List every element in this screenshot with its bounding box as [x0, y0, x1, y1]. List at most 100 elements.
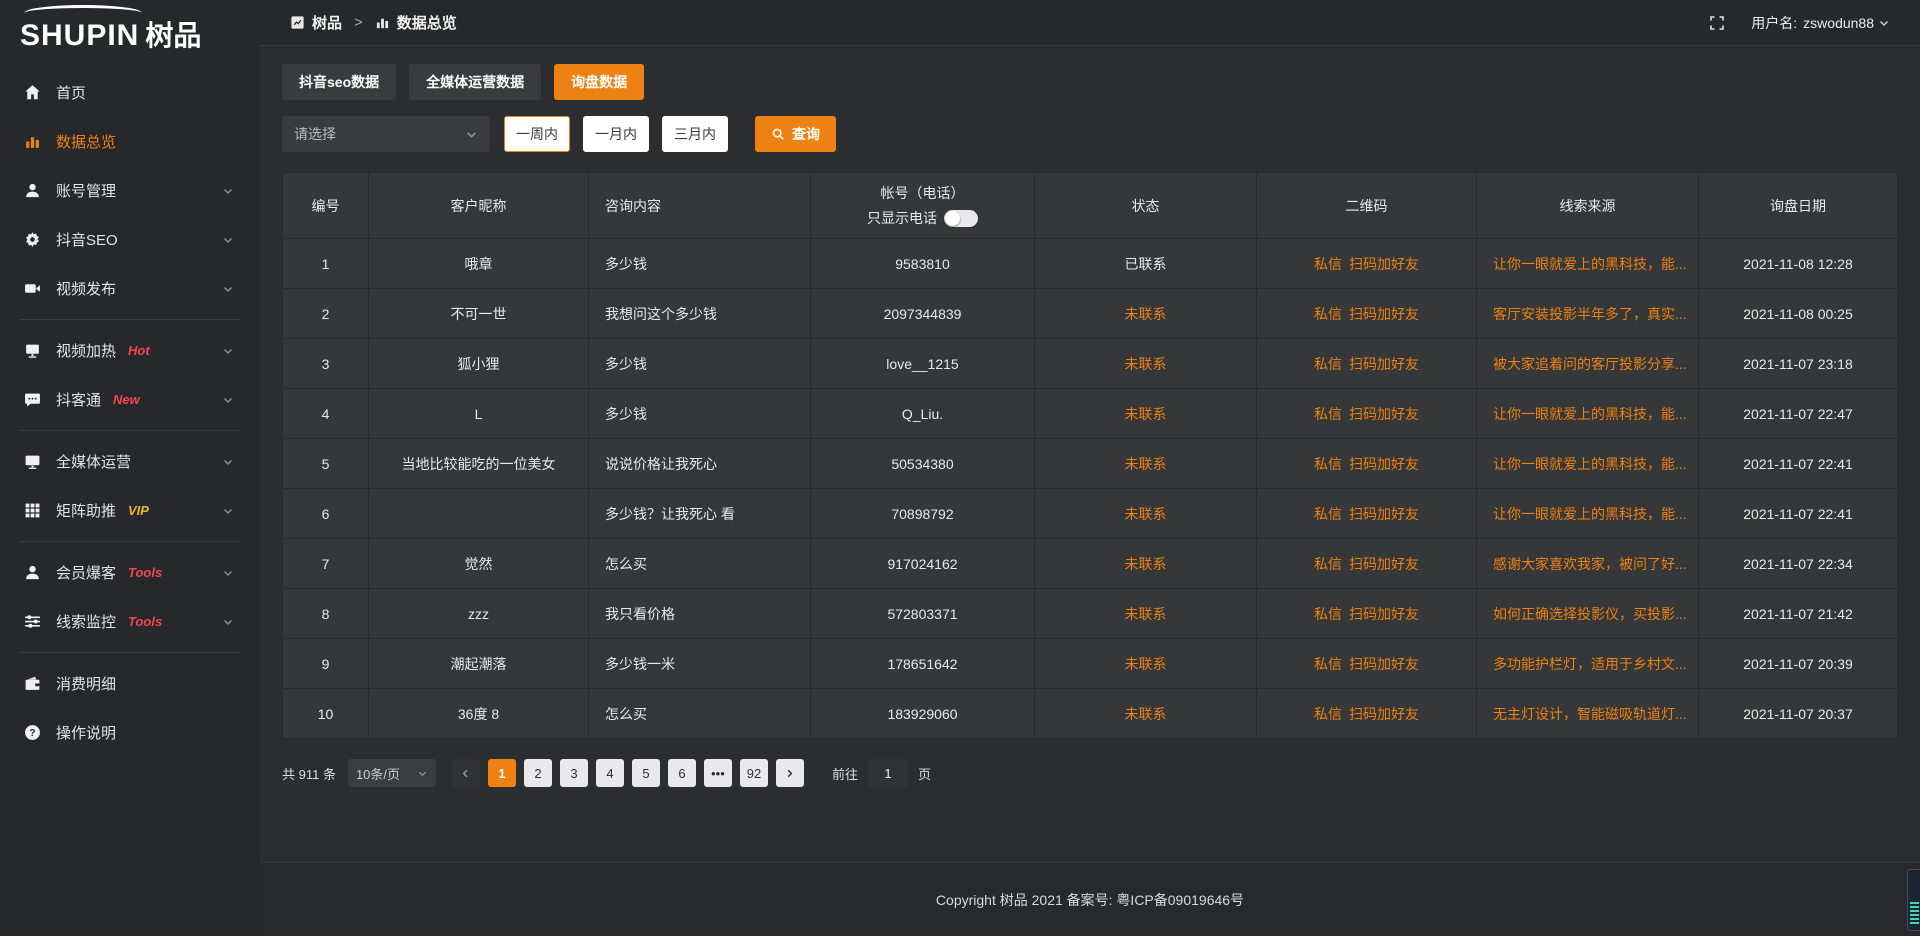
page-size-select[interactable]: 10条/页 [348, 759, 436, 787]
user-icon [24, 182, 41, 199]
page-button-4[interactable]: 4 [596, 759, 624, 787]
page-button-6[interactable]: 6 [668, 759, 696, 787]
table-row: 1036度 8怎么买183929060未联系私信扫码加好友无主灯设计，智能磁吸轨… [283, 689, 1898, 739]
page-buttons: 123456 ••• 92 [488, 759, 776, 787]
source-link[interactable]: 让你一眼就爱上的黑科技，能... [1493, 456, 1687, 472]
scan-add-friend-link[interactable]: 扫码加好友 [1349, 406, 1419, 422]
private-message-link[interactable]: 私信 [1314, 656, 1342, 672]
logo[interactable]: SHUPIN树品 [0, 0, 260, 60]
source-link[interactable]: 如何正确选择投影仪，买投影... [1493, 606, 1687, 622]
scan-add-friend-link[interactable]: 扫码加好友 [1349, 706, 1419, 722]
sidebar-item-account-management[interactable]: 账号管理 [0, 166, 260, 215]
sidebar-item-data-overview[interactable]: 数据总览 [0, 117, 260, 166]
floating-widget[interactable] [1907, 869, 1920, 931]
sidebar-item-lead-monitor[interactable]: 线索监控Tools [0, 597, 260, 646]
private-message-link[interactable]: 私信 [1314, 556, 1342, 572]
private-message-link[interactable]: 私信 [1314, 406, 1342, 422]
cell-account: 178651642 [811, 639, 1035, 689]
sidebar-item-omni-media[interactable]: 全媒体运营 [0, 437, 260, 486]
page-button-1[interactable]: 1 [488, 759, 516, 787]
cell-id: 6 [283, 489, 369, 539]
query-button[interactable]: 查询 [755, 116, 836, 152]
prev-page-button[interactable] [452, 759, 480, 787]
sidebar-item-label: 抖音SEO [56, 229, 118, 250]
cell-date: 2021-11-07 22:41 [1699, 489, 1898, 539]
cell-id: 5 [283, 439, 369, 489]
scan-add-friend-link[interactable]: 扫码加好友 [1349, 606, 1419, 622]
source-link[interactable]: 感谢大家喜欢我家，被问了好... [1493, 556, 1687, 572]
chevron-down-icon [222, 567, 234, 579]
sidebar-item-doukotong[interactable]: 抖客通New [0, 375, 260, 424]
cell-source: 客厅安装投影半年多了，真实... [1477, 289, 1699, 339]
page-button-3[interactable]: 3 [560, 759, 588, 787]
sidebar-item-consumption-detail[interactable]: 消费明细 [0, 659, 260, 708]
table-row: 4L多少钱Q_Liu.未联系私信扫码加好友让你一眼就爱上的黑科技，能...202… [283, 389, 1898, 439]
cell-source: 被大家追着问的客厅投影分享... [1477, 339, 1699, 389]
cell-source: 让你一眼就爱上的黑科技，能... [1477, 489, 1699, 539]
page-button-2[interactable]: 2 [524, 759, 552, 787]
sidebar-item-home[interactable]: 首页 [0, 68, 260, 117]
private-message-link[interactable]: 私信 [1314, 356, 1342, 372]
scan-add-friend-link[interactable]: 扫码加好友 [1349, 656, 1419, 672]
private-message-link[interactable]: 私信 [1314, 256, 1342, 272]
sidebar-item-label: 视频加热 [56, 340, 116, 361]
page-button-92[interactable]: 92 [740, 759, 768, 787]
tab-douyin-seo-data[interactable]: 抖音seo数据 [282, 64, 396, 100]
cell-status: 未联系 [1035, 639, 1257, 689]
cell-source: 让你一眼就爱上的黑科技，能... [1477, 439, 1699, 489]
scan-add-friend-link[interactable]: 扫码加好友 [1349, 356, 1419, 372]
source-link[interactable]: 让你一眼就爱上的黑科技，能... [1493, 256, 1687, 272]
sidebar-menu: 首页数据总览账号管理抖音SEO 视频发布视频加热Hot抖客通New 全媒体运营矩阵助… [0, 60, 260, 757]
breadcrumb: 树品 > 数据总览 [290, 12, 457, 33]
cell-date: 2021-11-07 22:47 [1699, 389, 1898, 439]
source-link[interactable]: 客厅安装投影半年多了，真实... [1493, 306, 1687, 322]
private-message-link[interactable]: 私信 [1314, 606, 1342, 622]
sidebar-item-douyin-seo[interactable]: 抖音SEO [0, 215, 260, 264]
source-link[interactable]: 多功能护栏灯，适用于乡村文... [1493, 656, 1687, 672]
range-button-one-month[interactable]: 一月内 [583, 116, 649, 152]
sidebar-item-operation-guide[interactable]: ?操作说明 [0, 708, 260, 757]
scan-add-friend-link[interactable]: 扫码加好友 [1349, 456, 1419, 472]
inquiry-table: 编号 客户昵称 咨询内容 帐号（电话） 只显示电话 状态 二维码 线索来源 询盘… [282, 172, 1898, 739]
filter-select[interactable]: 请选择 [282, 116, 490, 152]
range-button-one-week[interactable]: 一周内 [504, 116, 570, 152]
user-menu[interactable]: 用户名: zswodun88 [1751, 13, 1890, 33]
fullscreen-icon[interactable] [1709, 15, 1725, 31]
sidebar-item-label: 账号管理 [56, 180, 116, 201]
sidebar-item-video-publish[interactable]: 视频发布 [0, 264, 260, 313]
sidebar-item-video-heating[interactable]: 视频加热Hot [0, 326, 260, 375]
filter-bar: 请选择 一周内一月内三月内 查询 [282, 116, 1898, 152]
sliders-icon [24, 613, 41, 630]
tab-bar: 抖音seo数据全媒体运营数据询盘数据 [282, 64, 1898, 100]
private-message-link[interactable]: 私信 [1314, 706, 1342, 722]
cell-account: 183929060 [811, 689, 1035, 739]
cell-content: 我只看价格 [589, 589, 811, 639]
private-message-link[interactable]: 私信 [1314, 306, 1342, 322]
next-page-button[interactable] [776, 759, 804, 787]
scan-add-friend-link[interactable]: 扫码加好友 [1349, 306, 1419, 322]
tab-omni-media-data[interactable]: 全媒体运营数据 [409, 64, 541, 100]
range-button-three-months[interactable]: 三月内 [662, 116, 728, 152]
private-message-link[interactable]: 私信 [1314, 506, 1342, 522]
sidebar-item-matrix-boost[interactable]: 矩阵助推VIP [0, 486, 260, 535]
source-link[interactable]: 被大家追着问的客厅投影分享... [1493, 356, 1687, 372]
scan-add-friend-link[interactable]: 扫码加好友 [1349, 256, 1419, 272]
source-link[interactable]: 让你一眼就爱上的黑科技，能... [1493, 406, 1687, 422]
goto-page-input[interactable] [868, 759, 908, 787]
private-message-link[interactable]: 私信 [1314, 456, 1342, 472]
scan-add-friend-link[interactable]: 扫码加好友 [1349, 556, 1419, 572]
report-icon [290, 15, 305, 30]
source-link[interactable]: 让你一眼就爱上的黑科技，能... [1493, 506, 1687, 522]
page-ellipsis[interactable]: ••• [704, 759, 732, 787]
source-link[interactable]: 无主灯设计，智能磁吸轨道灯... [1493, 706, 1687, 722]
breadcrumb-item-home[interactable]: 树品 [312, 12, 342, 33]
page-button-5[interactable]: 5 [632, 759, 660, 787]
tab-inquiry-data[interactable]: 询盘数据 [554, 64, 644, 100]
cell-qrcode: 私信扫码加好友 [1257, 539, 1477, 589]
phone-only-toggle[interactable] [944, 210, 978, 227]
scan-add-friend-link[interactable]: 扫码加好友 [1349, 506, 1419, 522]
logo-text-en: SHUPIN [20, 19, 139, 52]
cell-content: 多少钱？让我死心 看 [589, 489, 811, 539]
table-row: 5当地比较能吃的一位美女说说价格让我死心50534380未联系私信扫码加好友让你… [283, 439, 1898, 489]
sidebar-item-member-burst[interactable]: 会员爆客Tools [0, 548, 260, 597]
